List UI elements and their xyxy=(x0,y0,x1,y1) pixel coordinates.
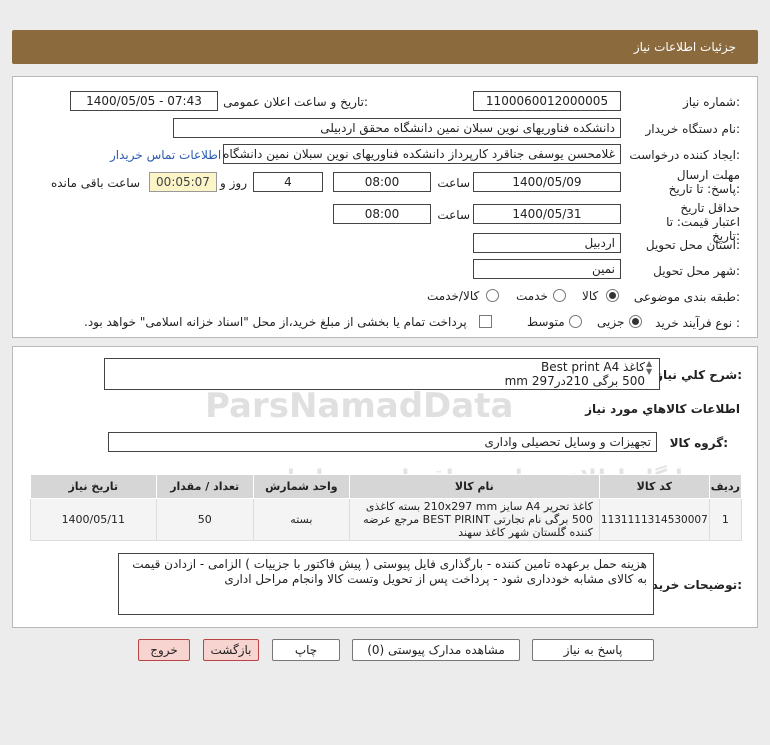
page-title: جزئیات اطلاعات نیاز xyxy=(633,40,736,54)
remaining-label: ساعت باقی مانده xyxy=(50,176,140,190)
cell-name: کاغذ تحریر A4 سایز 210x297 mm بسته کاغذی… xyxy=(348,498,600,541)
goods-group-label: گروه کالا: xyxy=(669,436,728,450)
goods-group-field: تجهیزات و وسایل تحصیلی واداری xyxy=(108,432,657,452)
cell-code: 1131111314530007 xyxy=(598,498,710,541)
city-label: شهر محل تحویل: xyxy=(653,264,740,278)
category-option-service: خدمت xyxy=(516,289,548,303)
category-label: طبقه بندی موضوعی: xyxy=(633,290,740,304)
goods-table: ردیف کد کالا نام کالا واحد شمارش تعداد /… xyxy=(30,474,743,541)
exit-button[interactable]: خروج xyxy=(138,639,190,661)
page-title-bar: جزئیات اطلاعات نیاز xyxy=(12,30,758,64)
treasury-payment-note: پرداخت تمام یا بخشی از مبلغ خرید،از محل … xyxy=(84,315,467,329)
announce-label: تاریخ و ساعت اعلان عمومی: xyxy=(223,95,368,109)
col-row: ردیف xyxy=(708,474,743,499)
category-option-goods-service: کالا/خدمت xyxy=(427,289,480,303)
col-code: کد کالا xyxy=(598,474,710,499)
purchase-type-label: نوع فرآیند خرید : xyxy=(655,316,740,330)
summary-label: شرح کلي نياز: xyxy=(656,368,742,382)
category-radio-goods[interactable] xyxy=(606,289,619,302)
buyer-label: نام دستگاه خریدار: xyxy=(645,122,741,136)
back-button[interactable]: بازگشت xyxy=(203,639,259,661)
validity-date-field: 1400/05/31 xyxy=(473,204,621,224)
cell-date: 1400/05/11 xyxy=(30,498,157,541)
validity-label: حداقل تاریخ اعتبار قیمت: تا تاریخ: xyxy=(666,201,740,243)
city-field: نمین xyxy=(473,259,621,279)
col-unit: واحد شمارش xyxy=(252,474,350,499)
purchase-radio-minor[interactable] xyxy=(629,315,642,328)
creator-field: غلامحسن یوسفی جناقرد کارپرداز دانشکده فن… xyxy=(223,144,621,164)
deadline-date-field: 1400/05/09 xyxy=(473,172,621,192)
need-number-field: 1100060012000005 xyxy=(473,91,621,111)
need-number-label: شماره نیاز: xyxy=(682,95,740,109)
days-label: روز و xyxy=(220,176,247,190)
validity-time-field: 08:00 xyxy=(333,204,431,224)
reply-button[interactable]: پاسخ به نیاز xyxy=(532,639,654,661)
view-attachments-button[interactable]: مشاهده مدارک پیوستی (0) xyxy=(352,639,520,661)
category-option-goods: کالا xyxy=(582,289,599,303)
buyer-notes-field: هزینه حمل برعهده تامین کننده - بارگذاری … xyxy=(118,553,654,615)
goods-table-header: ردیف کد کالا نام کالا واحد شمارش تعداد /… xyxy=(30,474,743,499)
province-field: اردبیل xyxy=(473,233,621,253)
goods-section-title: اطلاعات کالاهاي مورد نياز xyxy=(585,402,740,416)
deadline-time-field: 08:00 xyxy=(333,172,431,192)
remaining-time-field: 00:05:07 xyxy=(149,172,217,192)
buyer-field: دانشکده فناوریهای نوین سبلان نمین دانشگا… xyxy=(173,118,621,138)
deadline-time-label: ساعت xyxy=(437,176,470,190)
treasury-payment-checkbox[interactable] xyxy=(479,315,492,328)
announce-field: 1400/05/05 - 07:43 xyxy=(70,91,218,111)
summary-line-2: 500 برگی 210در297 mm xyxy=(504,374,645,388)
deadline-label: مهلت ارسال پاسخ: تا تاریخ: xyxy=(668,168,740,196)
days-field: 4 xyxy=(253,172,323,192)
print-button[interactable]: چاپ xyxy=(272,639,340,661)
category-radio-service[interactable] xyxy=(553,289,566,302)
category-radio-goods-service[interactable] xyxy=(486,289,499,302)
purchase-radio-medium[interactable] xyxy=(569,315,582,328)
table-row: 1 1131111314530007 کاغذ تحریر A4 سایز 21… xyxy=(30,498,743,541)
summary-line-1: کاغذ Best print A4 xyxy=(540,360,645,374)
buyer-contact-link[interactable]: اطلاعات تماس خریدار xyxy=(110,148,221,162)
validity-time-label: ساعت xyxy=(437,208,470,222)
cell-unit: بسته xyxy=(252,498,350,541)
cell-row: 1 xyxy=(708,498,743,541)
purchase-option-medium: متوسط xyxy=(527,315,565,329)
col-qty: تعداد / مقدار xyxy=(155,474,254,499)
buyer-notes-label: توضیحات خریدار: xyxy=(640,578,742,592)
cell-qty: 50 xyxy=(155,498,254,541)
col-date: تاریخ نیاز xyxy=(30,474,157,499)
summary-field: کاغذ Best print A4 500 برگی 210در297 mm xyxy=(104,358,660,390)
creator-label: ایجاد کننده درخواست: xyxy=(629,148,740,162)
summary-scroll-arrows-icon[interactable]: ▲ ▼ xyxy=(646,360,652,376)
col-name: نام کالا xyxy=(348,474,600,499)
province-label: استان محل تحویل: xyxy=(645,238,740,252)
purchase-option-minor: جزیی xyxy=(597,315,625,329)
